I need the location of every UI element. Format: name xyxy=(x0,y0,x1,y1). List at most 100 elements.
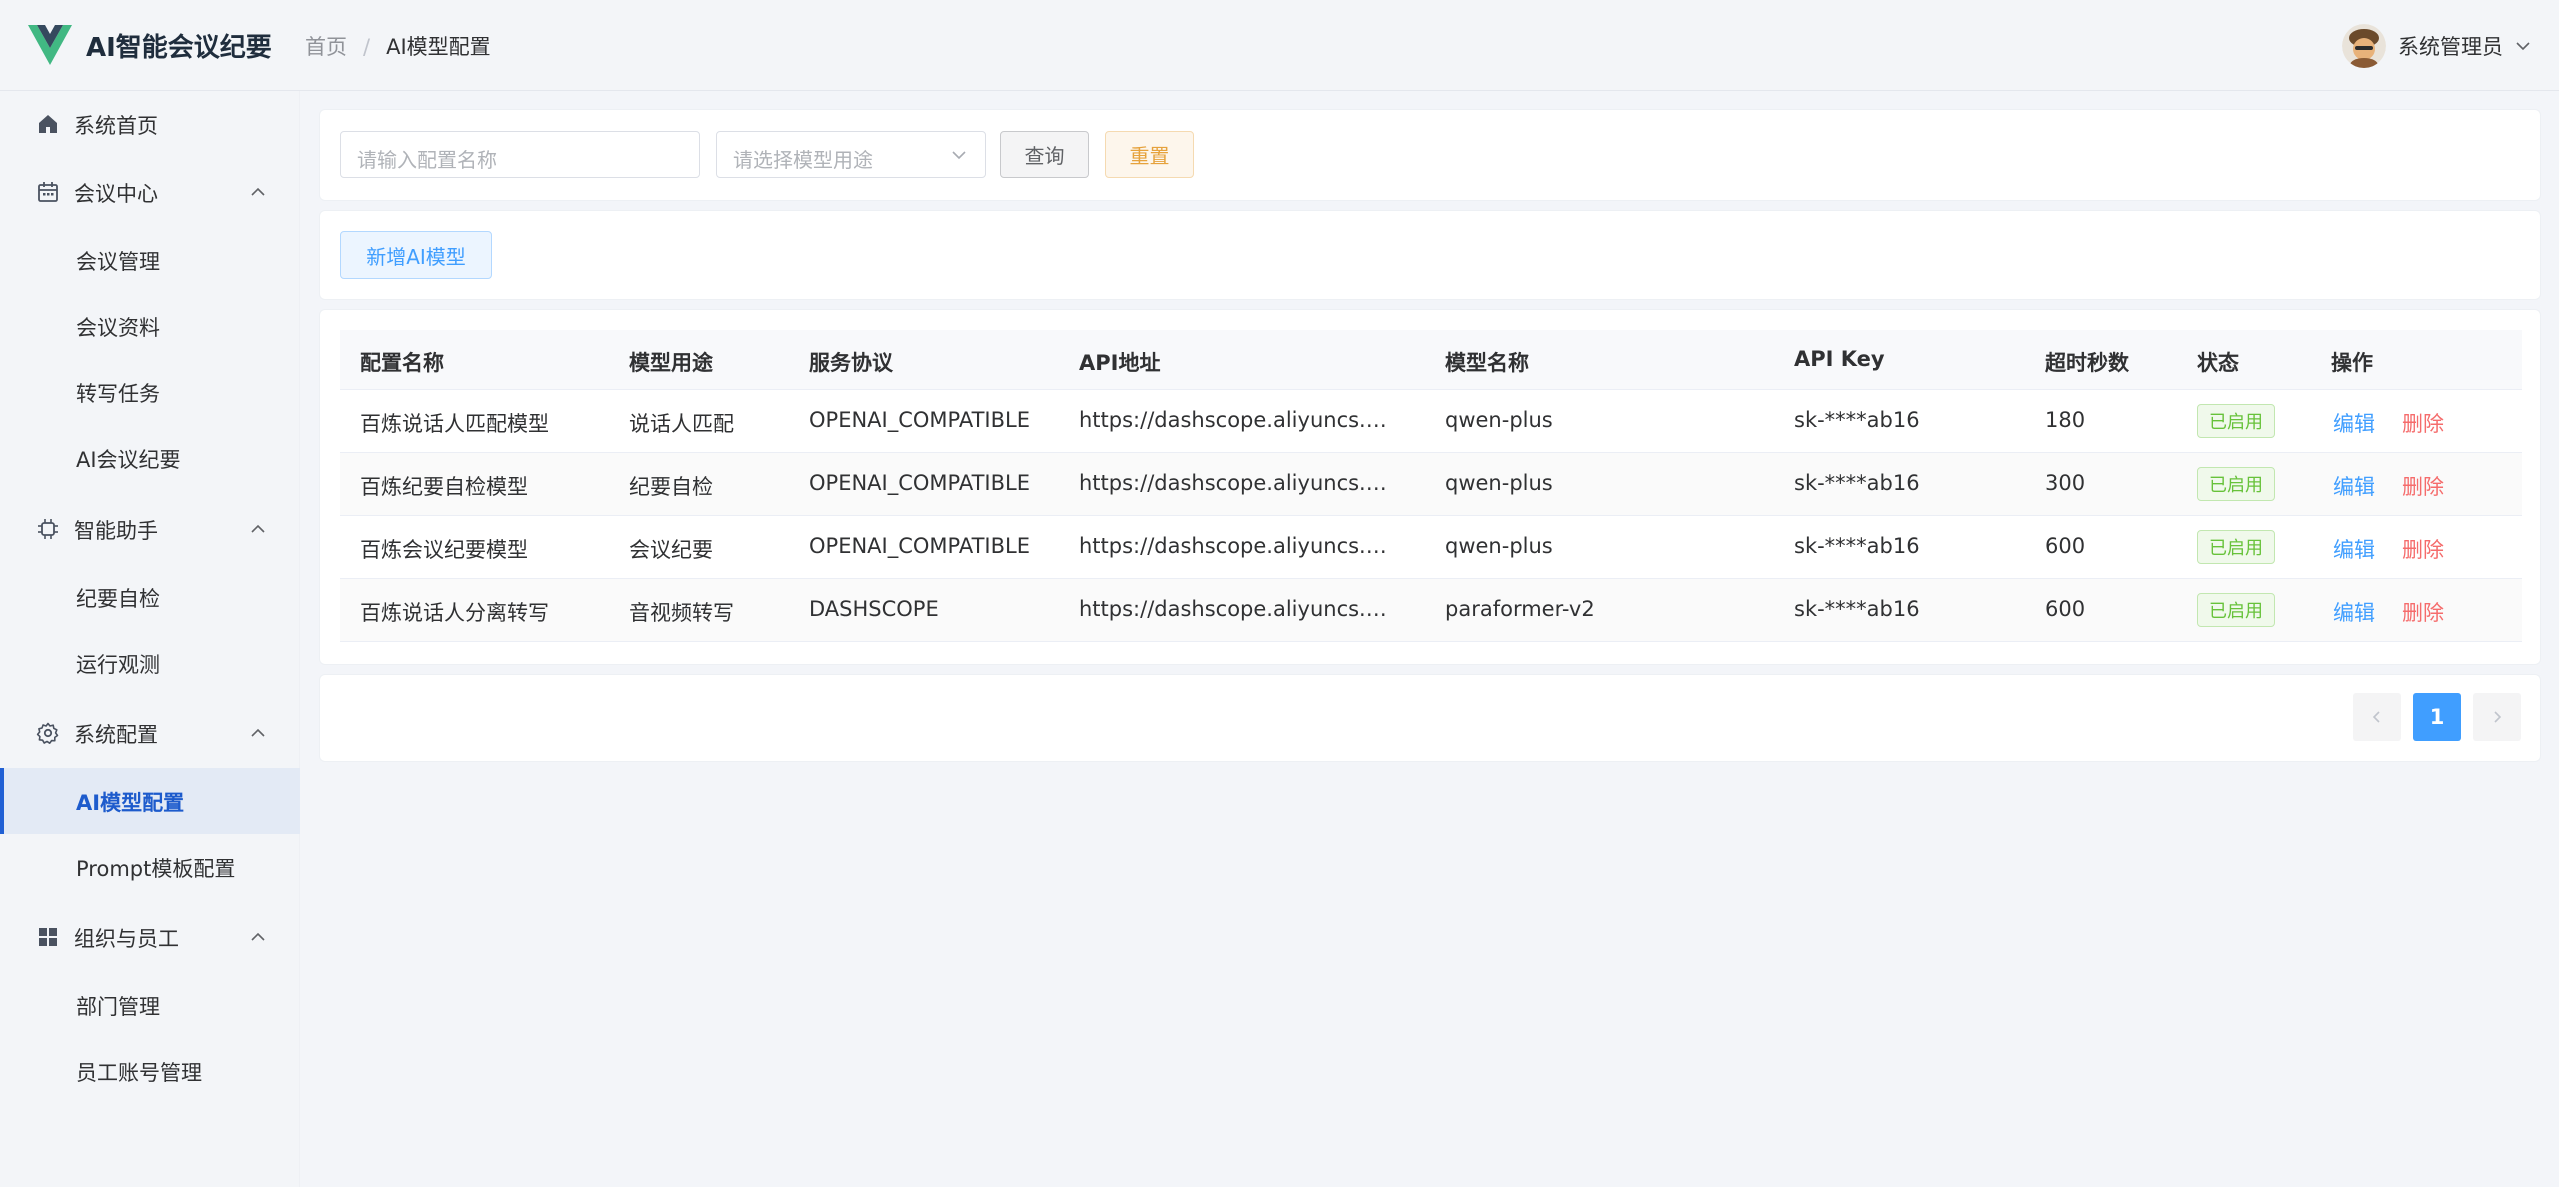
sidebar-item-transcription-tasks[interactable]: 转写任务 xyxy=(0,359,300,425)
page-number-button[interactable]: 1 xyxy=(2413,693,2461,741)
chevron-up-icon xyxy=(251,187,265,196)
cell-protocol: OPENAI_COMPATIBLE xyxy=(809,408,1030,432)
delete-button[interactable]: 删除 xyxy=(2402,534,2444,564)
sidebar-item-meeting-management[interactable]: 会议管理 xyxy=(0,227,300,293)
breadcrumb-current: AI模型配置 xyxy=(386,35,491,59)
chevron-up-icon xyxy=(251,932,265,941)
sidebar-group-label: 组织与员工 xyxy=(74,927,179,951)
sidebar-item-home[interactable]: 系统首页 xyxy=(0,91,300,157)
status-badge: 已启用 xyxy=(2197,404,2275,438)
vue-logo-icon xyxy=(28,25,72,65)
table-panel: 配置名称 模型用途 服务协议 API地址 模型名称 API Key 超时秒数 状… xyxy=(319,309,2541,665)
avatar[interactable] xyxy=(2342,24,2386,68)
sidebar-group-label: 系统配置 xyxy=(74,723,158,747)
grid-icon xyxy=(39,928,57,946)
query-button[interactable]: 查询 xyxy=(1000,131,1089,178)
sidebar-item-staff-account-management[interactable]: 员工账号管理 xyxy=(0,1038,300,1104)
cell-config-name: 百炼说话人匹配模型 xyxy=(360,412,549,436)
cell-protocol: OPENAI_COMPATIBLE xyxy=(809,471,1030,495)
toolbar-panel: 新增AI模型 xyxy=(319,210,2541,300)
sidebar-item-label: 系统首页 xyxy=(74,114,158,138)
chevron-right-icon xyxy=(2494,711,2502,723)
sidebar-item-label: Prompt模板配置 xyxy=(76,857,236,881)
sidebar-item-label: 员工账号管理 xyxy=(76,1061,202,1085)
column-header-status: 状态 xyxy=(2197,351,2239,375)
sidebar-group-org-staff[interactable]: 组织与员工 xyxy=(0,904,300,970)
prev-page-button[interactable] xyxy=(2353,693,2401,741)
chevron-left-icon xyxy=(2372,711,2380,723)
cell-timeout: 600 xyxy=(2045,597,2086,621)
column-header-protocol: 服务协议 xyxy=(809,351,893,375)
cell-timeout: 180 xyxy=(2045,408,2086,432)
column-header-config-name: 配置名称 xyxy=(360,351,444,375)
sidebar-item-label: 部门管理 xyxy=(76,995,160,1019)
breadcrumb-separator: / xyxy=(363,35,371,59)
sidebar-item-minutes-selfcheck[interactable]: 纪要自检 xyxy=(0,564,300,630)
next-page-button[interactable] xyxy=(2473,693,2521,741)
calendar-icon xyxy=(38,182,58,202)
cell-config-name: 百炼会议纪要模型 xyxy=(360,538,528,562)
sidebar-item-ai-model-config[interactable]: AI模型配置 xyxy=(0,768,300,834)
table-header: 配置名称 模型用途 服务协议 API地址 模型名称 API Key 超时秒数 状… xyxy=(340,330,2522,390)
cell-api-key: sk-****ab16 xyxy=(1794,534,1920,558)
chevron-down-icon[interactable] xyxy=(2515,38,2531,54)
sidebar-item-label: 运行观测 xyxy=(76,653,160,677)
add-ai-model-button[interactable]: 新增AI模型 xyxy=(340,231,492,279)
edit-button[interactable]: 编辑 xyxy=(2333,408,2375,438)
sidebar-item-label: 会议管理 xyxy=(76,250,160,274)
cell-api-url: https://dashscope.aliyuncs.com/compatibl… xyxy=(1079,408,1391,432)
model-purpose-placeholder: 请选择模型用途 xyxy=(733,148,873,172)
column-header-actions: 操作 xyxy=(2331,351,2373,375)
delete-button[interactable]: 删除 xyxy=(2402,408,2444,438)
home-icon xyxy=(39,115,57,133)
cell-timeout: 300 xyxy=(2045,471,2086,495)
chevron-down-icon xyxy=(952,151,966,160)
table-row: 百炼说话人匹配模型 说话人匹配 OPENAI_COMPATIBLE https:… xyxy=(340,390,2522,453)
breadcrumb-home[interactable]: 首页 xyxy=(305,35,347,59)
sidebar-item-meeting-materials[interactable]: 会议资料 xyxy=(0,293,300,359)
model-purpose-select[interactable]: 请选择模型用途 xyxy=(716,131,986,178)
sidebar-item-department-management[interactable]: 部门管理 xyxy=(0,972,300,1038)
cell-model-name: paraformer-v2 xyxy=(1445,597,1595,621)
cell-model-name: qwen-plus xyxy=(1445,471,1553,495)
sidebar-item-ai-minutes[interactable]: AI会议纪要 xyxy=(0,425,300,491)
sidebar-item-label: AI模型配置 xyxy=(76,791,185,815)
user-name[interactable]: 系统管理员 xyxy=(2398,31,2503,61)
edit-button[interactable]: 编辑 xyxy=(2333,471,2375,501)
column-header-model-name: 模型名称 xyxy=(1445,351,1529,375)
table-row: 百炼说话人分离转写 音视频转写 DASHSCOPE https://dashsc… xyxy=(340,579,2522,642)
sidebar-group-smart-assistant[interactable]: 智能助手 xyxy=(0,496,300,562)
cell-api-url: https://dashscope.aliyuncs.com/api/v1 xyxy=(1079,597,1391,621)
sidebar-item-label: 会议资料 xyxy=(76,316,160,340)
column-header-api-key: API Key xyxy=(1794,347,1885,371)
cell-config-name: 百炼说话人分离转写 xyxy=(360,601,549,625)
cell-protocol: DASHSCOPE xyxy=(809,597,939,621)
pagination-panel: 1 xyxy=(319,674,2541,762)
status-badge: 已启用 xyxy=(2197,467,2275,501)
sidebar-group-label: 会议中心 xyxy=(74,182,158,206)
sidebar-item-prompt-template-config[interactable]: Prompt模板配置 xyxy=(0,834,300,900)
reset-button[interactable]: 重置 xyxy=(1105,131,1194,178)
column-header-api-url: API地址 xyxy=(1079,351,1161,375)
cell-model-name: qwen-plus xyxy=(1445,534,1553,558)
cell-api-url: https://dashscope.aliyuncs.com/compatibl… xyxy=(1079,471,1391,495)
cell-protocol: OPENAI_COMPATIBLE xyxy=(809,534,1030,558)
user-menu[interactable]: 系统管理员 xyxy=(2342,22,2531,70)
sidebar-item-label: 纪要自检 xyxy=(76,587,160,611)
top-header: AI智能会议纪要 首页 / AI模型配置 系统管理员 xyxy=(0,0,2559,91)
sidebar-item-runtime-observation[interactable]: 运行观测 xyxy=(0,630,300,696)
sidebar-group-system-config[interactable]: 系统配置 xyxy=(0,700,300,766)
status-badge: 已启用 xyxy=(2197,593,2275,627)
chevron-up-icon xyxy=(251,524,265,533)
column-header-purpose: 模型用途 xyxy=(629,351,713,375)
gear-icon xyxy=(36,722,59,744)
edit-button[interactable]: 编辑 xyxy=(2333,597,2375,627)
cell-purpose: 说话人匹配 xyxy=(629,412,734,436)
edit-button[interactable]: 编辑 xyxy=(2333,534,2375,564)
config-name-input[interactable]: 请输入配置名称 xyxy=(340,131,700,178)
delete-button[interactable]: 删除 xyxy=(2402,471,2444,501)
sidebar-group-meeting-center[interactable]: 会议中心 xyxy=(0,159,300,225)
delete-button[interactable]: 删除 xyxy=(2402,597,2444,627)
sidebar: 系统首页 会议中心 会议管理 会议资料 转写任务 AI会议纪要 智能助手 纪要自… xyxy=(0,91,300,1187)
table-row: 百炼纪要自检模型 纪要自检 OPENAI_COMPATIBLE https://… xyxy=(340,453,2522,516)
